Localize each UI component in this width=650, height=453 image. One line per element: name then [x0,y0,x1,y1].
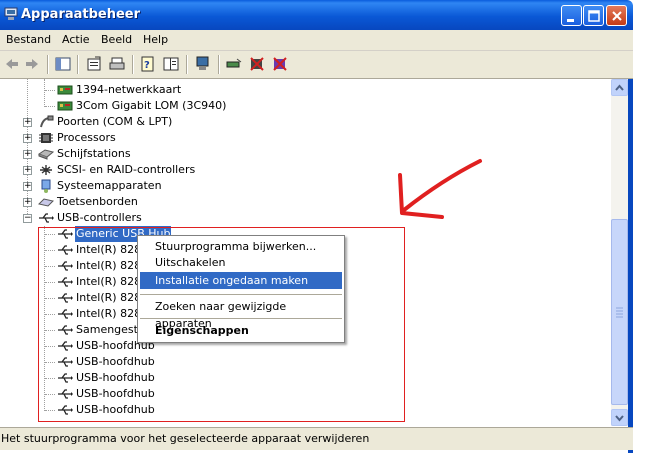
menu-item-scan-hardware[interactable]: Zoeken naar gewijzigde apparaten [140,298,342,330]
menu-item-disable[interactable]: Uitschakelen [140,254,342,271]
menu-item-uninstall[interactable]: Installatie ongedaan maken [140,272,342,289]
tree-item-label: Systeemapparaten [57,179,162,192]
scan-hardware-icon[interactable] [226,56,242,72]
toolbar-separator [47,55,49,74]
tree-item-label: Poorten (COM & LPT) [57,115,173,128]
forward-icon[interactable] [24,56,40,72]
computer-icon[interactable] [195,56,211,72]
expand-button[interactable]: + [23,118,32,127]
device-manager-icon [4,7,18,20]
tree-row[interactable]: − USB-controllers [0,210,400,226]
expand-button[interactable]: + [23,150,32,159]
tree-row[interactable]: 1394-netwerkkaart [0,82,400,98]
tree-item-label: Processors [57,131,116,144]
menu-help[interactable]: Help [143,33,168,46]
toolbar-separator [77,55,79,74]
keyboard-icon [38,198,54,207]
minimize-button[interactable] [561,5,582,26]
menu-item-properties[interactable]: Eigenschappen [140,322,342,339]
print-icon[interactable] [109,56,125,72]
tree-row[interactable]: + SCSI- en RAID-controllers [0,162,400,178]
svg-text:?: ? [144,60,150,71]
tree-item-label: SCSI- en RAID-controllers [57,163,196,176]
chevron-up-icon [615,84,624,91]
vertical-scrollbar[interactable] [611,79,628,426]
chevron-down-icon [615,415,624,422]
expand-button[interactable]: + [23,166,32,175]
context-menu: Stuurprogramma bijwerken... Uitschakelen… [137,235,345,343]
help-icon[interactable]: ? [140,56,156,72]
maximize-icon [588,10,600,22]
expand-button[interactable]: + [23,198,32,207]
network-card-icon [57,101,73,111]
show-hide-tree-icon[interactable] [55,56,71,72]
uninstall-device-icon[interactable] [272,56,288,72]
window-title: Apparaatbeheer [21,7,141,22]
close-icon [612,11,622,21]
menu-separator [140,294,342,295]
tree-row[interactable]: + Poorten (COM & LPT) [0,114,400,130]
title-bar[interactable]: Apparaatbeheer [0,0,633,30]
annotation-arrow-icon [398,159,482,219]
status-bar: Het stuurprogramma voor het geselecteerd… [0,427,633,450]
expand-button[interactable]: + [23,182,32,191]
disable-device-icon[interactable] [249,56,265,72]
grip-icon [616,307,623,318]
toolbar-separator [186,55,188,74]
tree-item-label: Schijfstations [57,147,131,160]
maximize-button[interactable] [583,5,604,26]
scroll-up-button[interactable] [611,79,628,96]
tree-row[interactable]: + Toetsenborden [0,194,400,210]
menu-beeld[interactable]: Beeld [101,33,132,46]
scroll-thumb[interactable] [611,219,628,405]
tree-item-label: USB-controllers [57,211,142,224]
menu-actie[interactable]: Actie [62,33,90,46]
tree-row[interactable]: 3Com Gigabit LOM (3C940) [0,98,400,114]
menu-separator [140,318,342,319]
tree-item-label: 1394-netwerkkaart [76,83,182,96]
toolbar: ? [0,51,633,79]
collapse-button[interactable]: − [23,214,32,223]
processor-icon [39,133,53,143]
network-card-icon [57,85,73,95]
tree-row[interactable]: + Systeemapparaten [0,178,400,194]
scroll-down-button[interactable] [611,409,628,426]
back-icon[interactable] [4,56,20,72]
tree-item-label: Toetsenborden [57,195,138,208]
disk-drive-icon [38,149,54,160]
menu-item-update-driver[interactable]: Stuurprogramma bijwerken... [140,238,342,255]
port-icon [40,115,54,128]
usb-icon [39,213,54,223]
tree-item-label: 3Com Gigabit LOM (3C940) [76,99,227,112]
scsi-controller-icon [40,165,52,175]
toolbar-separator [132,55,134,74]
toolbar-separator [218,55,220,74]
close-button[interactable] [606,5,627,26]
minimize-icon [567,19,574,22]
tree-row[interactable]: + Processors [0,130,400,146]
menu-bar: Bestand Actie Beeld Help [0,30,633,51]
system-devices-icon [41,179,51,193]
view-icon[interactable] [163,56,179,72]
tree-row[interactable]: + Schijfstations [0,146,400,162]
properties-icon[interactable] [86,56,102,72]
menu-bestand[interactable]: Bestand [6,33,51,46]
expand-button[interactable]: + [23,134,32,143]
window-frame-right [628,30,633,453]
status-text: Het stuurprogramma voor het geselecteerd… [1,432,370,445]
